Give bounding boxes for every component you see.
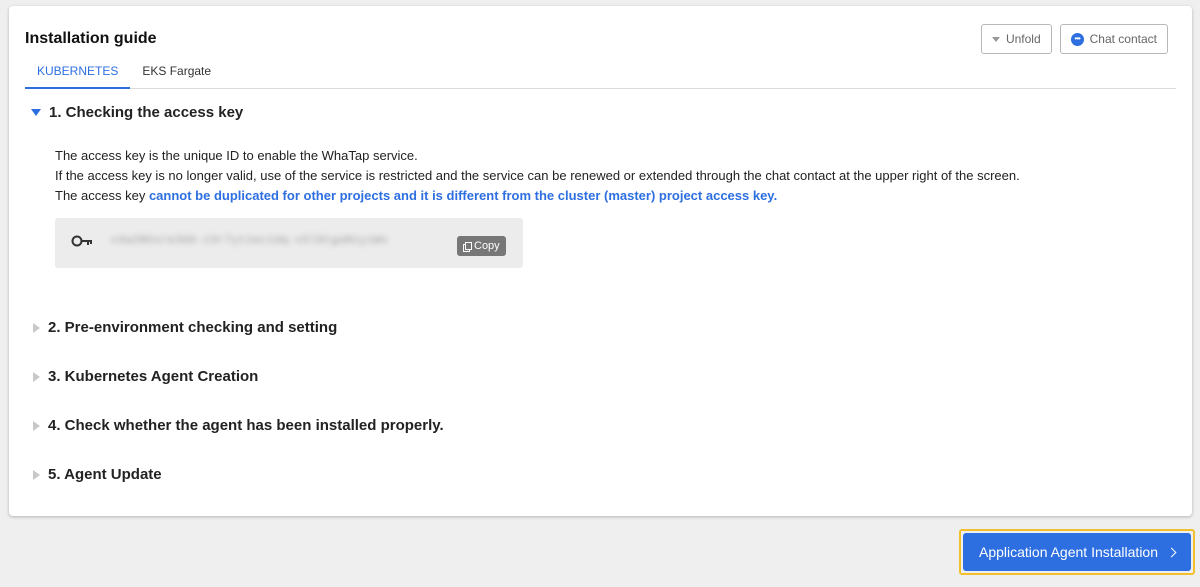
section-3-header[interactable]: 3. Kubernetes Agent Creation [31, 368, 258, 385]
caret-down-icon [991, 36, 1000, 42]
card-title: Installation guide [25, 30, 157, 47]
installation-guide-card: Installation guide Unfold ••• Chat conta… [9, 6, 1192, 516]
caret-expanded-icon [31, 109, 41, 116]
description-line-3: The access key cannot be duplicated for … [55, 186, 1020, 206]
description-line-1: The access key is the unique ID to enabl… [55, 148, 418, 163]
access-key-description: The access key is the unique ID to enabl… [55, 146, 1020, 206]
chat-contact-label: Chat contact [1089, 32, 1157, 46]
caret-collapsed-icon [33, 420, 40, 431]
section-4-header[interactable]: 4. Check whether the agent has been inst… [31, 417, 444, 434]
section-5-title: 5. Agent Update [48, 466, 162, 483]
description-line-2: If the access key is no longer valid, us… [55, 168, 1020, 183]
next-button-label: Application Agent Installation [978, 544, 1158, 560]
copy-icon [463, 241, 472, 252]
section-4-title: 4. Check whether the agent has been inst… [48, 417, 444, 434]
section-1-title: 1. Checking the access key [49, 104, 244, 121]
chevron-right-icon [1166, 547, 1177, 557]
section-2-title: 2. Pre-environment checking and setting [48, 319, 338, 336]
key-icon [71, 235, 92, 247]
chat-contact-button[interactable]: ••• Chat contact [1059, 24, 1168, 54]
copy-label: Copy [474, 240, 500, 252]
copy-button[interactable]: Copy [457, 236, 506, 256]
section-1-header[interactable]: 1. Checking the access key [31, 104, 243, 121]
access-key-box: x4a2N5sre3G6-z3r7yt1ec1dq-v5l9tgaN1yiWn … [55, 218, 523, 268]
section-5-header[interactable]: 5. Agent Update [31, 466, 162, 483]
unfold-label: Unfold [1005, 32, 1041, 46]
access-key-value: x4a2N5sre3G6-z3r7yt1ec1dq-v5l9tgaN1yiWn [111, 235, 388, 247]
chat-bubble-icon: ••• [1070, 32, 1084, 46]
caret-collapsed-icon [33, 371, 40, 382]
card-actions: Unfold ••• Chat contact [980, 24, 1168, 54]
caret-collapsed-icon [33, 322, 40, 333]
tab-eks-fargate[interactable]: EKS Fargate [130, 58, 223, 87]
section-3-title: 3. Kubernetes Agent Creation [48, 368, 259, 385]
caret-collapsed-icon [33, 469, 40, 480]
application-agent-installation-button[interactable]: Application Agent Installation [963, 533, 1191, 571]
tab-kubernetes[interactable]: KUBERNETES [25, 58, 131, 89]
unfold-button[interactable]: Unfold [980, 24, 1052, 54]
next-button-focus-ring: Application Agent Installation [959, 529, 1195, 575]
description-line-3-highlight: cannot be duplicated for other projects … [148, 188, 778, 203]
description-line-3-prefix: The access key [55, 188, 149, 203]
tab-bar: KUBERNETES EKS Fargate [25, 58, 1176, 89]
section-2-header[interactable]: 2. Pre-environment checking and setting [31, 319, 337, 336]
